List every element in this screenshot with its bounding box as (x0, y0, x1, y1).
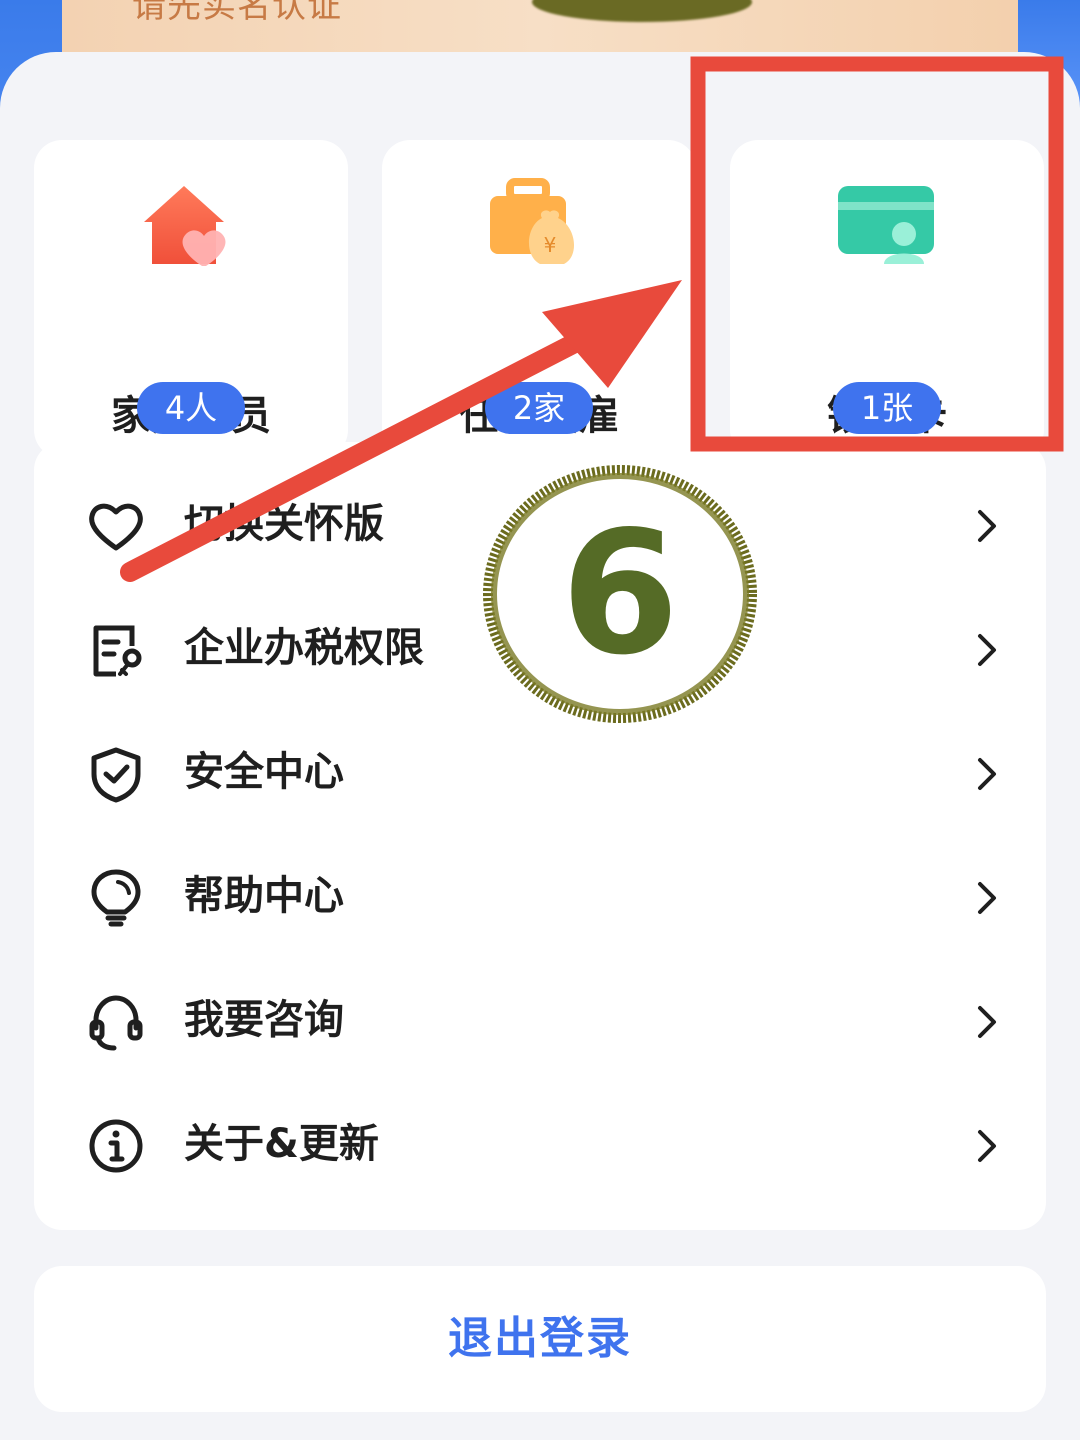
card-bank-card[interactable]: 银行卡 1张 (730, 140, 1044, 458)
menu-item-about-update[interactable]: 关于&更新 (34, 1084, 1046, 1208)
chevron-right-icon (978, 1006, 996, 1038)
family-house-heart-icon (144, 186, 226, 266)
menu-item-label: 企业办税权限 (184, 625, 424, 671)
svg-text:¥: ¥ (544, 233, 557, 257)
menu-item-care-mode[interactable]: 切换关怀版 (34, 464, 1046, 588)
heart-outline-icon (89, 503, 143, 551)
content-sheet: 家庭成员 4人 ¥ 任职受雇 2家 银行卡 1张 (0, 52, 1080, 1440)
document-key-icon (93, 625, 142, 677)
chevron-right-icon (978, 758, 996, 790)
chevron-right-icon (978, 1130, 996, 1162)
logout-button[interactable]: 退出登录 (34, 1266, 1046, 1412)
bank-card-user-icon (838, 186, 934, 264)
app-screen: 请先实名认证 家庭成员 4人 ¥ (0, 0, 1080, 1440)
bank-card-count-badge: 1张 (833, 382, 941, 434)
family-count-badge: 4人 (137, 382, 245, 434)
menu-item-label: 帮助中心 (184, 873, 344, 919)
settings-menu-list: 切换关怀版 企业办税权限 安全中心 帮助中心 我要咨询 关于&更新 (34, 442, 1046, 1230)
headset-icon (89, 995, 143, 1051)
logout-label: 退出登录 (448, 1313, 632, 1364)
menu-item-label: 安全中心 (184, 749, 344, 795)
menu-item-label: 切换关怀版 (184, 501, 384, 547)
lightbulb-icon (91, 869, 141, 927)
banner-scribble-mark (532, 0, 752, 22)
menu-item-help-center[interactable]: 帮助中心 (34, 836, 1046, 960)
menu-item-enterprise-tax-permission[interactable]: 企业办税权限 (34, 588, 1046, 712)
chevron-right-icon (978, 634, 996, 666)
banner-text: 请先实名认证 (132, 0, 342, 26)
menu-item-consultation[interactable]: 我要咨询 (34, 960, 1046, 1084)
chevron-right-icon (978, 882, 996, 914)
card-employment[interactable]: ¥ 任职受雇 2家 (382, 140, 696, 458)
briefcase-money-bag-icon: ¥ (490, 178, 575, 264)
menu-item-label: 我要咨询 (184, 997, 344, 1043)
card-family-members[interactable]: 家庭成员 4人 (34, 140, 348, 458)
menu-item-label: 关于&更新 (184, 1121, 379, 1167)
employer-count-badge: 2家 (485, 382, 593, 434)
info-circle-icon (89, 1119, 143, 1173)
chevron-right-icon (978, 510, 996, 542)
shield-check-icon (91, 747, 141, 803)
menu-item-security-center[interactable]: 安全中心 (34, 712, 1046, 836)
top-banner[interactable]: 请先实名认证 (62, 0, 1018, 60)
